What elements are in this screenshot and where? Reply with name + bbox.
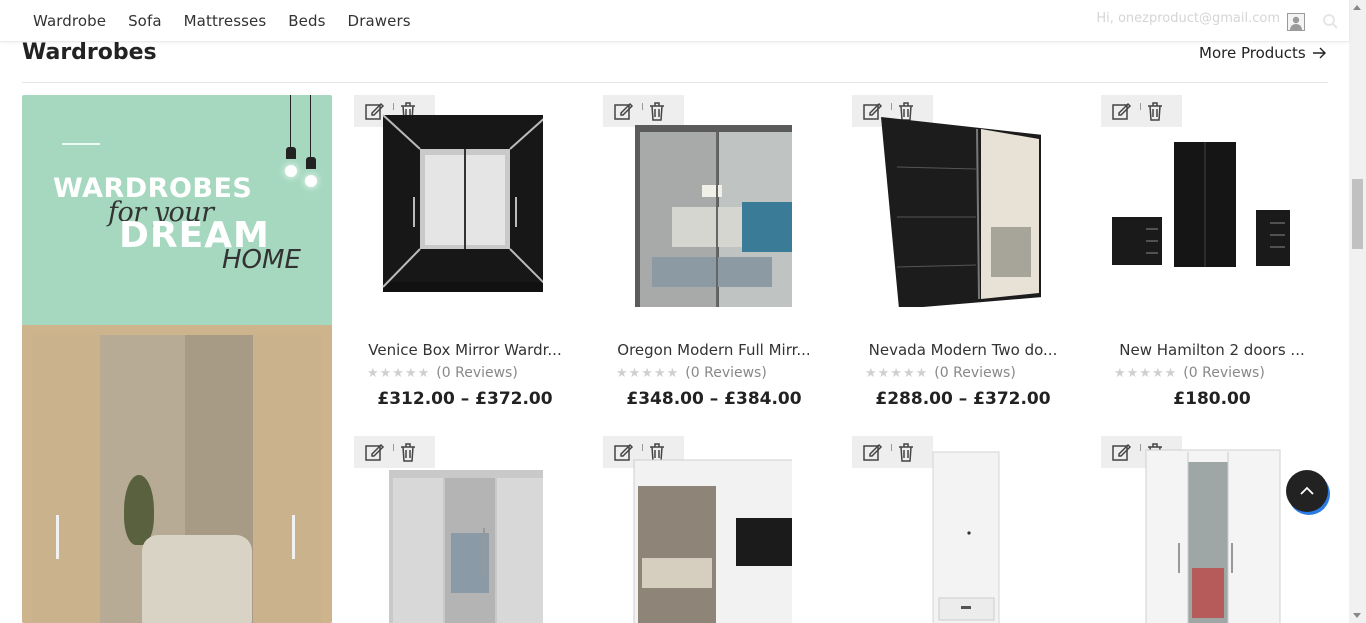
nav-item-beds[interactable]: Beds xyxy=(288,12,325,30)
product-image[interactable] xyxy=(612,448,792,623)
product-rating: ★★★★★ (0 Reviews) xyxy=(1114,365,1265,381)
category-nav: Wardrobe Sofa Mattresses Beds Drawers xyxy=(33,0,411,42)
product-card[interactable] xyxy=(584,436,819,623)
top-navbar: Wardrobe Sofa Mattresses Beds Drawers Hi… xyxy=(0,0,1349,42)
product-card[interactable]: Oregon Modern Full Mirr... ★★★★★ (0 Revi… xyxy=(584,95,819,415)
product-image[interactable] xyxy=(1110,107,1290,307)
review-count[interactable]: (0 Reviews) xyxy=(685,365,767,381)
product-price: £348.00 – £384.00 xyxy=(626,389,802,409)
pendant-lamp-shade xyxy=(286,147,296,159)
plant-icon xyxy=(124,475,154,545)
product-image[interactable] xyxy=(363,107,543,307)
product-image[interactable] xyxy=(363,448,543,623)
product-card[interactable] xyxy=(1082,436,1317,623)
account-greeting[interactable]: Hi, onezproduct@gmail.com xyxy=(1096,11,1280,26)
wardrobe-door-panel xyxy=(253,335,322,623)
lamp-bulb-icon xyxy=(285,165,297,177)
section-divider xyxy=(22,82,1328,83)
product-price: £312.00 – £372.00 xyxy=(377,389,553,409)
product-rating: ★★★★★ (0 Reviews) xyxy=(367,365,518,381)
chevron-up-icon xyxy=(1300,486,1314,495)
scrollbar-thumb[interactable] xyxy=(1352,179,1363,249)
rating-stars: ★★★★★ xyxy=(616,365,680,381)
wardrobe-door-panel xyxy=(32,335,100,623)
product-card[interactable]: Nevada Modern Two do... ★★★★★ (0 Reviews… xyxy=(833,95,1068,415)
search-icon[interactable] xyxy=(1322,13,1339,30)
pendant-lamp-cord xyxy=(310,95,311,157)
product-name[interactable]: Oregon Modern Full Mirr... xyxy=(584,341,844,359)
product-name[interactable]: New Hamilton 2 doors ... xyxy=(1082,341,1342,359)
nav-item-wardrobe[interactable]: Wardrobe xyxy=(33,12,106,30)
product-rating: ★★★★★ (0 Reviews) xyxy=(865,365,1016,381)
product-image[interactable] xyxy=(1110,448,1290,623)
section-title: Wardrobes xyxy=(22,40,157,65)
pendant-lamp-shade xyxy=(306,157,316,169)
scroll-down-arrow-icon[interactable] xyxy=(1353,613,1361,618)
promo-banner[interactable]: WARDROBES for your DREAM HOME xyxy=(22,95,332,623)
more-products-label: More Products xyxy=(1199,44,1306,62)
product-image[interactable] xyxy=(612,107,792,307)
nav-item-drawers[interactable]: Drawers xyxy=(348,12,411,30)
product-price: £288.00 – £372.00 xyxy=(875,389,1051,409)
product-price: £180.00 xyxy=(1173,389,1251,409)
review-count[interactable]: (0 Reviews) xyxy=(436,365,518,381)
product-name[interactable]: Venice Box Mirror Wardr... xyxy=(335,341,595,359)
product-rating: ★★★★★ (0 Reviews) xyxy=(616,365,767,381)
review-count[interactable]: (0 Reviews) xyxy=(1183,365,1265,381)
banner-dash xyxy=(62,143,100,145)
more-products-link[interactable]: More Products xyxy=(1199,44,1327,62)
banner-home: HOME xyxy=(222,245,301,275)
product-card[interactable]: Venice Box Mirror Wardr... ★★★★★ (0 Revi… xyxy=(335,95,570,415)
product-image[interactable] xyxy=(861,448,1041,623)
lamp-bulb-icon xyxy=(305,175,317,187)
scroll-up-arrow-icon[interactable] xyxy=(1353,5,1361,10)
wardrobe-handle xyxy=(292,515,295,559)
banner-wardrobe-image xyxy=(22,325,332,623)
product-card[interactable] xyxy=(833,436,1068,623)
nav-item-sofa[interactable]: Sofa xyxy=(128,12,162,30)
wardrobe-handle xyxy=(56,515,59,559)
arrow-right-icon xyxy=(1312,47,1326,59)
armchair-icon xyxy=(142,535,252,623)
scroll-to-top-button[interactable] xyxy=(1286,470,1328,512)
rating-stars: ★★★★★ xyxy=(865,365,929,381)
product-name[interactable]: Nevada Modern Two do... xyxy=(833,341,1093,359)
product-image[interactable] xyxy=(861,107,1041,307)
user-avatar-icon[interactable] xyxy=(1287,13,1305,31)
nav-item-mattresses[interactable]: Mattresses xyxy=(184,12,267,30)
rating-stars: ★★★★★ xyxy=(1114,365,1178,381)
rating-stars: ★★★★★ xyxy=(367,365,431,381)
product-card[interactable] xyxy=(335,436,570,623)
review-count[interactable]: (0 Reviews) xyxy=(934,365,1016,381)
page-scrollbar[interactable] xyxy=(1349,0,1366,623)
product-card[interactable]: New Hamilton 2 doors ... ★★★★★ (0 Review… xyxy=(1082,95,1317,415)
pendant-lamp-cord xyxy=(290,95,291,147)
